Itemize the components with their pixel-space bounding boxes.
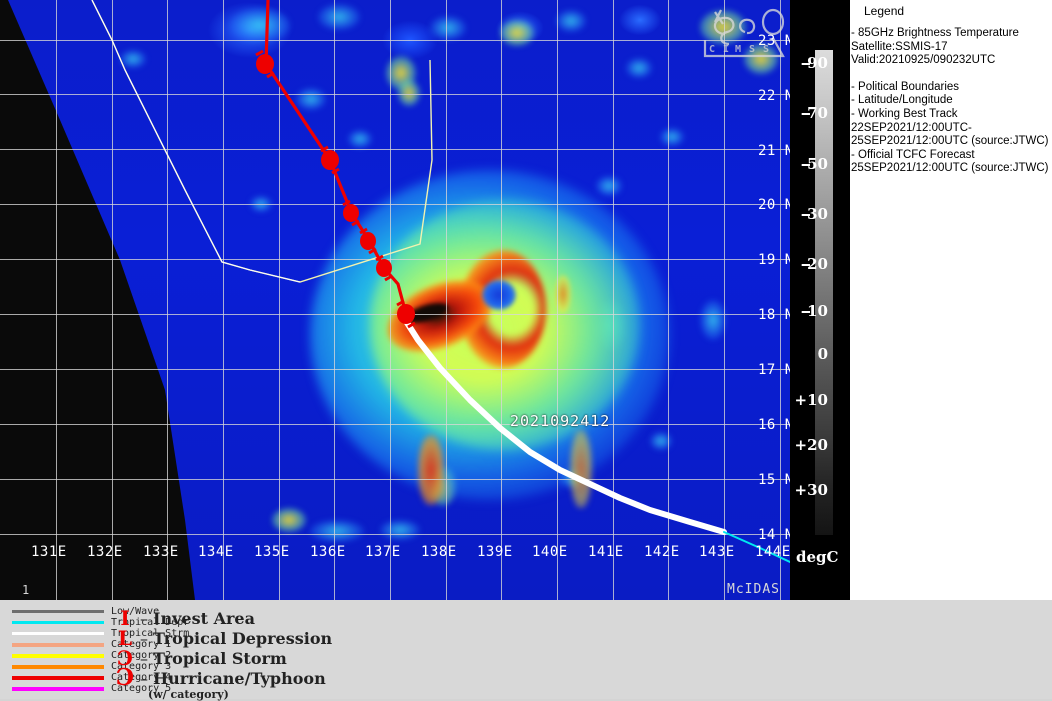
symbol-dash: – <box>140 648 148 668</box>
lon-label: 133E <box>143 544 179 560</box>
legend-title: Legend <box>864 4 905 18</box>
intensity-swatch <box>12 610 104 613</box>
legend-line: Satellite:SSMIS-17 <box>851 40 948 53</box>
intensity-swatch <box>12 675 104 680</box>
svg-text:S: S <box>749 44 755 55</box>
legend-line: Valid:20210925/090232UTC <box>851 54 996 67</box>
colorbar-tick: +20 <box>794 436 828 454</box>
lon-label: 136E <box>310 544 346 560</box>
colorbar-tick: -30 <box>800 205 828 223</box>
symbol-dash: – <box>140 608 148 628</box>
colorbar-tick: 0 <box>817 345 828 363</box>
symbol-dash: – <box>140 628 148 648</box>
microwave-imagery: 2021092412 CI MSS 131E 132E 133E 134E 13… <box>0 0 790 600</box>
lon-label: 140E <box>532 544 568 560</box>
lat-label: 17 N <box>758 362 790 378</box>
lon-label: 134E <box>198 544 234 560</box>
lon-label: 132E <box>87 544 123 560</box>
lat-label: 23 N <box>758 33 790 49</box>
lon-label: 142E <box>644 544 680 560</box>
lat-label: 18 N <box>758 307 790 323</box>
intensity-swatch <box>12 621 104 624</box>
symbol-label: Tropical Storm <box>153 648 287 668</box>
storm-tracks[interactable] <box>0 0 790 600</box>
symbol-label: Hurricane/Typhoon <box>153 668 326 688</box>
lon-label: 138E <box>421 544 457 560</box>
mcidas-watermark: McIDAS <box>727 582 780 597</box>
colorbar-tick: +30 <box>794 481 828 499</box>
intensity-swatch <box>12 664 104 669</box>
brightness-temperature-colorbar <box>815 50 833 535</box>
satellite-image-panel[interactable]: 2021092412 CI MSS 131E 132E 133E 134E 13… <box>0 0 790 600</box>
lat-label: 15 N <box>758 472 790 488</box>
lat-label: 16 N <box>758 417 790 433</box>
storm-datetime-label: 2021092412 <box>510 412 611 430</box>
intensity-swatch <box>12 653 104 658</box>
lat-label: 19 N <box>758 252 790 268</box>
legend-panel: Legend - 85GHz Brightness Temperature Sa… <box>850 0 1052 600</box>
colorbar-tick: -20 <box>800 255 828 273</box>
lon-label: 135E <box>254 544 290 560</box>
lon-label: 139E <box>477 544 513 560</box>
legend-line: - Political Boundaries <box>851 80 960 93</box>
colorbar-tick: -10 <box>800 302 828 320</box>
legend-line: - 85GHz Brightness Temperature <box>851 27 1019 39</box>
symbol-legend-item: L – Tropical Depression <box>112 628 332 648</box>
forecast-position-markers[interactable] <box>255 49 416 329</box>
lat-label: 21 N <box>758 143 790 159</box>
svg-text:M: M <box>735 44 741 55</box>
lat-label: 14 N <box>758 527 790 543</box>
legend-line: 25SEP2021/12:00UTC (source:JTWC) <box>851 162 1049 175</box>
lon-label: 131E <box>31 544 67 560</box>
symbol-legend-item: Ɔ – Hurricane/Typhoon <box>112 664 326 691</box>
tropical-depression-icon: L <box>117 626 133 650</box>
satellite-viewer: 2021092412 CI MSS 131E 132E 133E 134E 13… <box>0 0 1052 701</box>
colorbar-tick: -70 <box>800 104 828 122</box>
colorbar-tick: -50 <box>800 155 828 173</box>
frame-index: 1 <box>22 583 30 597</box>
svg-text:I: I <box>723 44 729 55</box>
lat-label: 20 N <box>758 197 790 213</box>
bottom-legend: Low/Wave Tropical Depr Tropical Strm Cat… <box>0 600 1052 701</box>
intensity-swatch <box>12 642 104 647</box>
invest-area-icon: I <box>120 606 130 630</box>
intensity-swatch <box>12 686 104 691</box>
hurricane-typhoon-icon: Ɔ <box>115 664 135 691</box>
legend-line: 22SEP2021/12:00UTC- <box>851 121 972 134</box>
symbol-label: Tropical Depression <box>153 628 333 648</box>
colorbar-tick: -90 <box>800 54 828 72</box>
symbol-label: Invest Area <box>153 608 255 628</box>
lon-label: 141E <box>588 544 624 560</box>
lat-label: 22 N <box>758 88 790 104</box>
legend-line: - Working Best Track <box>851 107 958 120</box>
symbol-legend-item: Ɔ – Tropical Storm <box>112 648 287 668</box>
legend-line: - Latitude/Longitude <box>851 94 953 107</box>
symbol-dash: – <box>140 668 148 688</box>
lon-label: 144E <box>755 544 790 560</box>
legend-line: 25SEP2021/12:00UTC (source:JTWC) <box>851 135 1049 148</box>
colorbar-panel: -90 -70 -50 -30 -20 -10 0 +10 +20 +30 de… <box>790 0 850 600</box>
legend-spacer <box>851 68 1052 81</box>
symbol-legend-subnote: (w/ category) <box>148 688 229 701</box>
colorbar-tick: +10 <box>794 391 828 409</box>
lon-label: 143E <box>699 544 735 560</box>
svg-text:C: C <box>709 44 715 55</box>
symbol-legend-item: I – Invest Area <box>112 608 255 628</box>
legend-line: - Official TCFC Forecast <box>851 148 975 161</box>
colorbar-unit-label: degC <box>796 548 839 566</box>
lon-label: 137E <box>365 544 401 560</box>
intensity-swatch <box>12 632 104 635</box>
